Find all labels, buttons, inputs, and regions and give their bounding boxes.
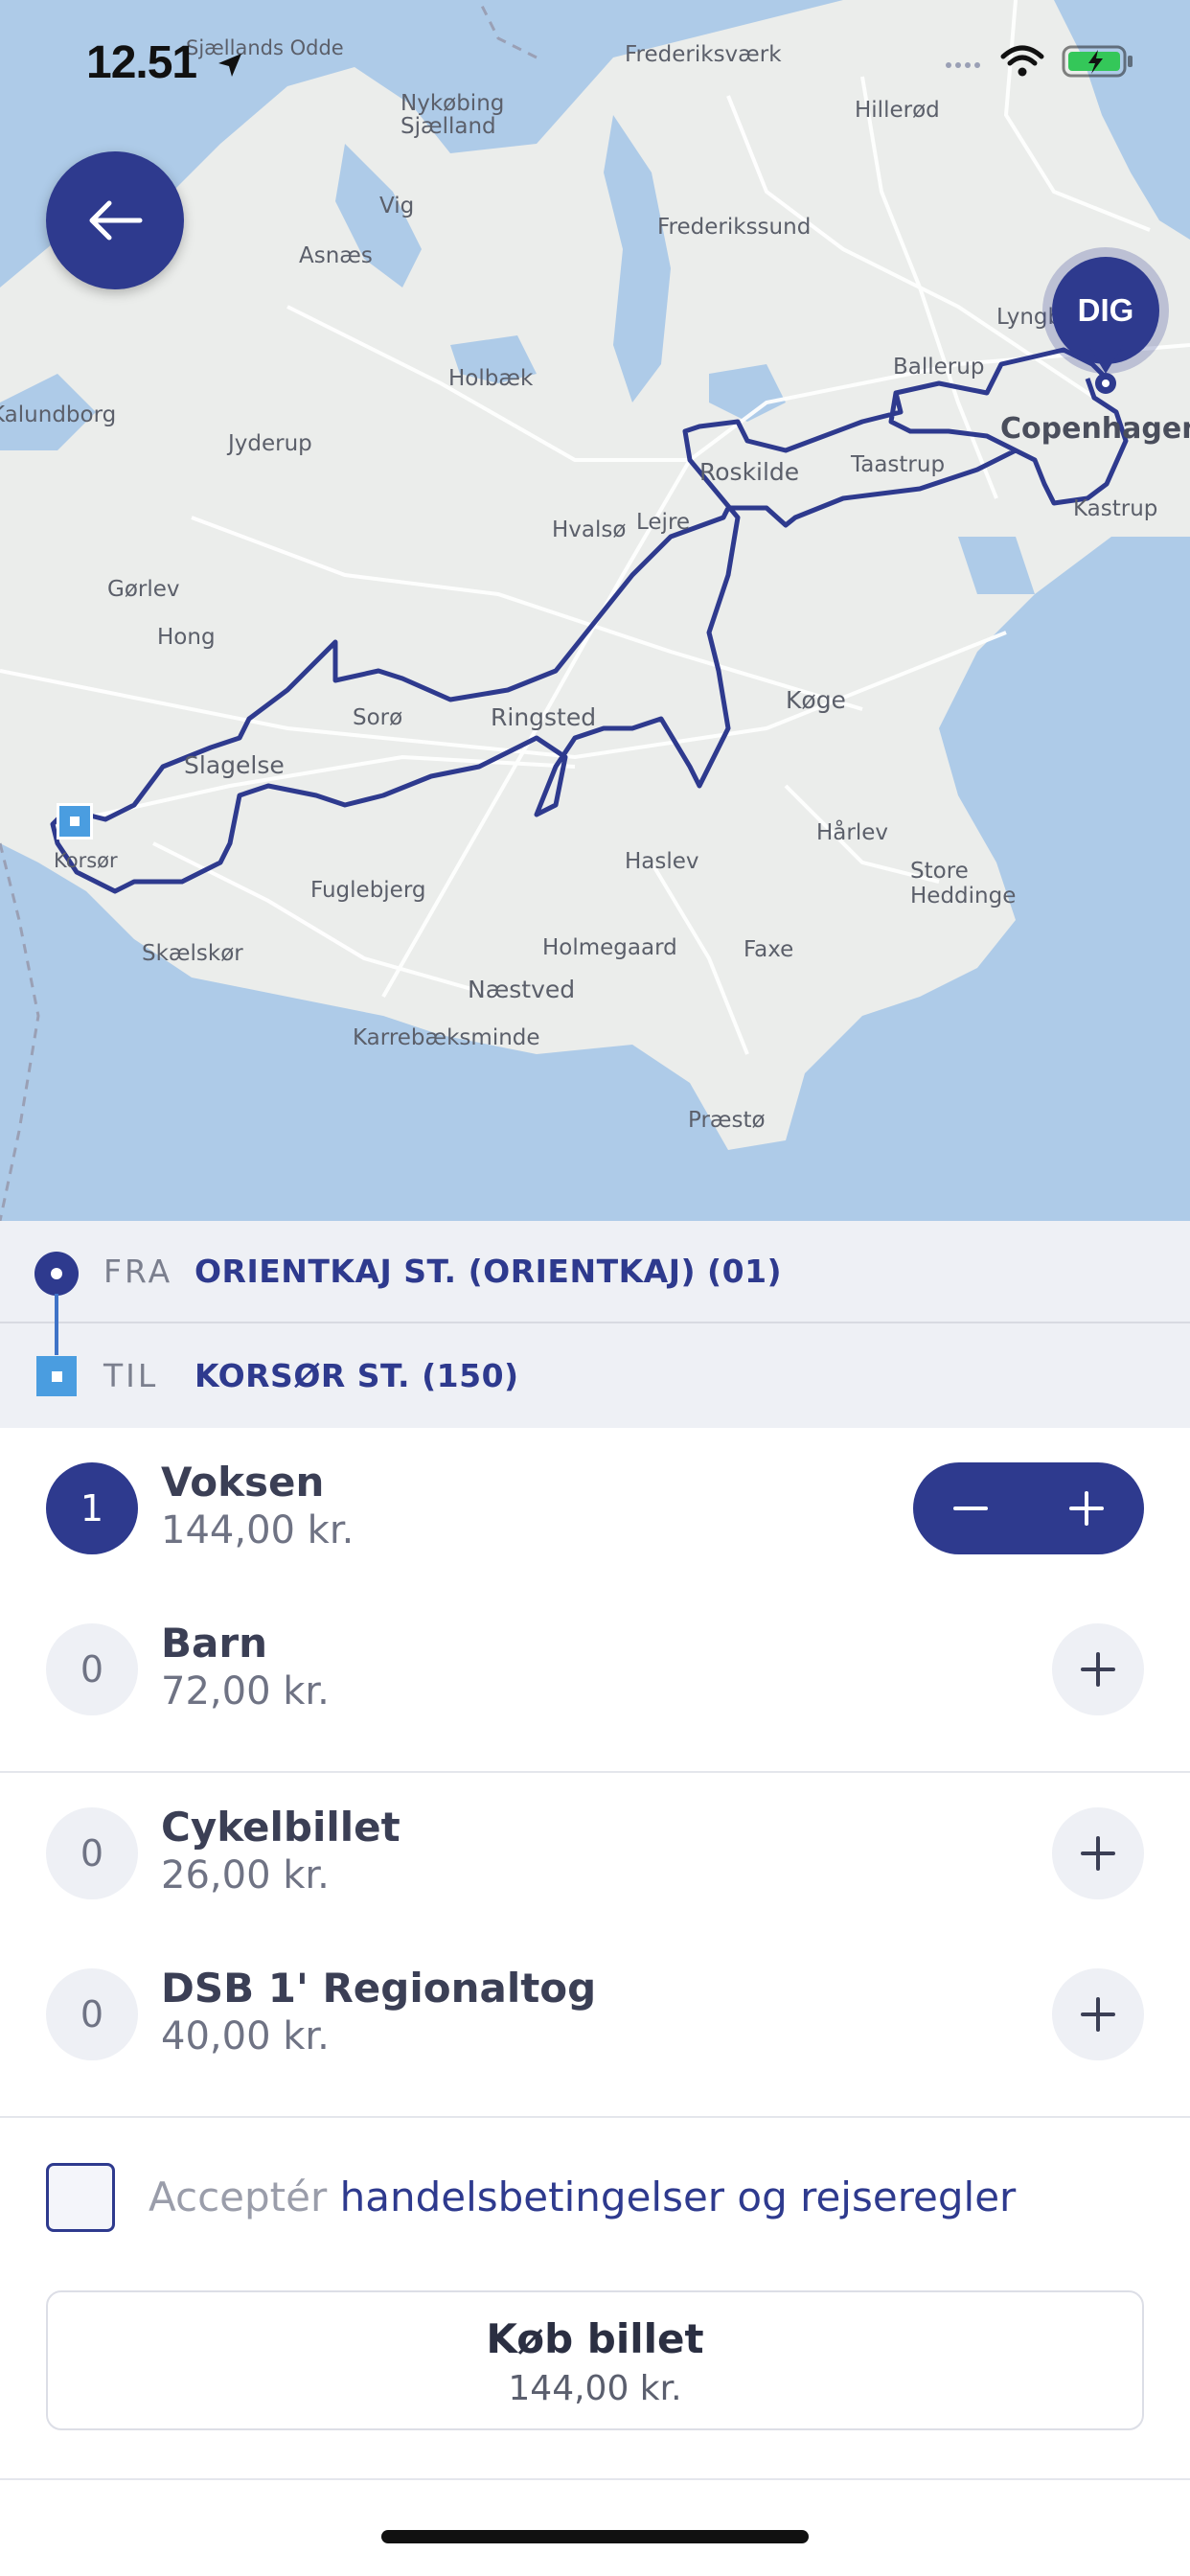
place-label: Køge: [786, 686, 846, 714]
pin-pointer-icon: [1088, 345, 1123, 394]
quantity-stepper: [913, 1462, 1144, 1554]
buy-ticket-button[interactable]: Køb billet 144,00 kr.: [46, 2290, 1144, 2430]
ticket-quantity: 1: [46, 1462, 138, 1554]
origin-dot-icon: [34, 1252, 79, 1296]
place-label: Fuglebjerg: [310, 878, 426, 903]
ticket-price: 26,00 kr.: [161, 1853, 330, 1898]
ticket-row-cykelbillet: 0 Cykelbillet 26,00 kr.: [0, 1777, 1190, 1930]
place-label: Vig: [379, 194, 415, 218]
battery-charging-icon: [1062, 45, 1133, 78]
ticket-quantity: 0: [46, 1968, 138, 2060]
place-label: Præstø: [688, 1108, 766, 1133]
arrow-left-icon: [89, 200, 143, 241]
ticket-name: Cykelbillet: [161, 1804, 400, 1851]
ticket-name: Voksen: [161, 1459, 325, 1506]
ticket-quantity: 0: [46, 1623, 138, 1715]
map-canvas: [0, 0, 1190, 1221]
place-label: Faxe: [744, 937, 794, 962]
place-label: Hårlev: [816, 820, 888, 845]
buy-button-price: 144,00 kr.: [508, 2369, 682, 2408]
accept-terms-checkbox[interactable]: [46, 2163, 115, 2232]
ticket-name: Barn: [161, 1620, 267, 1667]
place-label: Hvalsø: [552, 518, 627, 542]
place-label: Næstved: [468, 976, 576, 1003]
place-label: Sorø: [353, 705, 403, 730]
place-label: Frederikssund: [657, 215, 812, 240]
status-time: 12.51: [86, 36, 244, 89]
add-ticket-button[interactable]: [1052, 1807, 1144, 1899]
place-label: Nykøbing Sjælland: [400, 91, 505, 139]
place-label: Ballerup: [893, 355, 985, 380]
section-divider: [0, 2116, 1190, 2118]
section-divider: [0, 1771, 1190, 1773]
place-label: Haslev: [625, 849, 699, 874]
from-label: FRA: [103, 1253, 173, 1290]
increase-button[interactable]: [1029, 1462, 1145, 1554]
ticket-name: DSB 1' Regionaltog: [161, 1965, 597, 2012]
terms-link[interactable]: handelsbetingelser og rejseregler: [340, 2174, 1017, 2220]
route-panel: FRA ORIENTKAJ ST. (ORIENTKAJ) (01) TIL K…: [0, 1221, 1190, 1428]
to-station: KORSØR ST. (150): [195, 1357, 519, 1394]
status-icons: [945, 44, 1134, 79]
place-label: Korsør: [54, 849, 118, 872]
buy-button-label: Køb billet: [486, 2315, 704, 2362]
plus-icon: [1081, 1836, 1115, 1871]
location-arrow-icon: [218, 54, 242, 78]
to-label: TIL: [103, 1357, 159, 1394]
place-label: Frederiksværk: [625, 42, 782, 67]
ticket-row-dsb-regionaltog: 0 DSB 1' Regionaltog 40,00 kr.: [0, 1938, 1190, 2091]
from-station: ORIENTKAJ ST. (ORIENTKAJ) (01): [195, 1253, 783, 1290]
place-label: Skælskør: [142, 941, 243, 966]
decrease-button[interactable]: [913, 1462, 1029, 1554]
destination-square-icon: [36, 1356, 77, 1396]
ticket-row-voksen: 1 Voksen 144,00 kr.: [0, 1432, 1190, 1585]
ticket-price: 40,00 kr.: [161, 2014, 330, 2058]
add-ticket-button[interactable]: [1052, 1968, 1144, 2060]
route-to-row[interactable]: TIL KORSØR ST. (150): [0, 1324, 1190, 1427]
place-label: Lejre: [636, 510, 691, 535]
accept-terms-text: Acceptér handelsbetingelser og rejseregl…: [149, 2174, 1016, 2220]
place-label: Gørlev: [107, 577, 180, 602]
place-label: Store Heddinge: [910, 859, 1017, 908]
home-indicator[interactable]: [381, 2530, 809, 2543]
place-label: Ringsted: [491, 703, 597, 731]
accept-prefix: Acceptér: [149, 2174, 328, 2220]
section-divider: [0, 2478, 1190, 2480]
minus-icon: [953, 1506, 989, 1510]
ticket-price: 72,00 kr.: [161, 1669, 330, 1714]
place-label: Roskilde: [699, 458, 800, 486]
place-label: Copenhagen: [1000, 412, 1190, 446]
plus-icon: [1081, 1997, 1115, 2032]
plus-icon: [1068, 1491, 1104, 1526]
place-label: Asnæs: [299, 243, 373, 268]
place-label: Hillerød: [855, 98, 940, 123]
back-button[interactable]: [46, 151, 184, 289]
status-time-text: 12.51: [86, 37, 197, 88]
ticket-price: 144,00 kr.: [161, 1508, 355, 1552]
place-label: Hong: [157, 625, 216, 650]
place-label: Slagelse: [184, 751, 285, 779]
wifi-icon: [1000, 45, 1044, 77]
signal-dots-icon: [946, 62, 980, 68]
place-label: Kalundborg: [0, 402, 117, 427]
place-label: Kastrup: [1073, 496, 1158, 521]
ticket-quantity: 0: [46, 1807, 138, 1899]
place-label: Taastrup: [851, 452, 946, 477]
route-map[interactable]: Sjællands Odde Frederiksværk Hillerød Ny…: [0, 0, 1190, 1221]
add-ticket-button[interactable]: [1052, 1623, 1144, 1715]
place-label: Holbæk: [448, 366, 534, 391]
place-label: Jyderup: [228, 431, 312, 456]
place-label: Karrebæksminde: [353, 1025, 540, 1050]
ticket-row-barn: 0 Barn 72,00 kr.: [0, 1593, 1190, 1746]
route-from-row[interactable]: FRA ORIENTKAJ ST. (ORIENTKAJ) (01): [0, 1221, 1190, 1323]
plus-icon: [1081, 1652, 1115, 1687]
place-label: Holmegaard: [542, 935, 677, 960]
destination-marker: [57, 803, 93, 840]
